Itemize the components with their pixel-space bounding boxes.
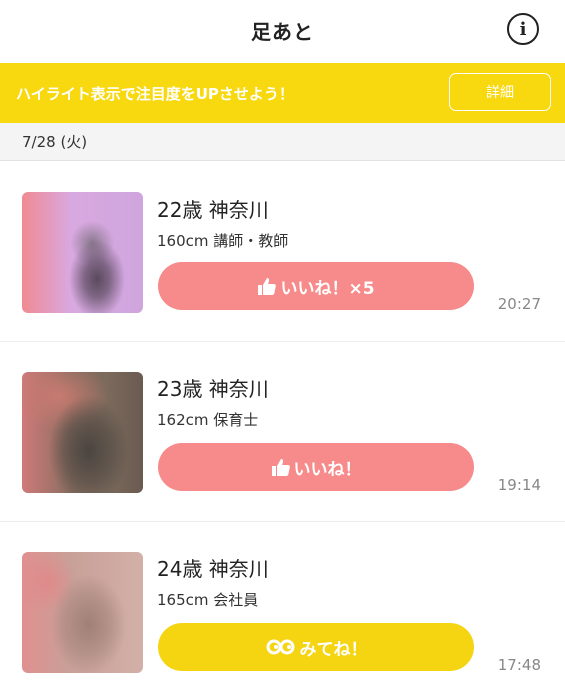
thumbs-up-icon	[257, 277, 277, 295]
timestamp: 19:14	[497, 476, 541, 494]
list-item[interactable]: 22歳 神奈川 160cm 講師・教師 いいね！×5 20:27	[0, 162, 565, 342]
avatar[interactable]	[22, 192, 143, 313]
date-section-header: 7/28 (火)	[0, 123, 565, 161]
user-height-occupation: 165cm 会社員	[157, 591, 259, 609]
date-label: 7/28 (火)	[22, 133, 88, 151]
nav-header: 足あと i	[0, 0, 565, 60]
user-height-occupation: 162cm 保育士	[157, 411, 259, 429]
page-title: 足あと	[251, 19, 314, 44]
avatar[interactable]	[22, 372, 143, 493]
user-age-location: 24歳 神奈川	[157, 557, 269, 581]
details-button[interactable]: 詳細	[449, 73, 551, 111]
user-height-occupation: 160cm 講師・教師	[157, 232, 289, 250]
info-icon[interactable]: i	[507, 13, 539, 45]
timestamp: 17:48	[497, 656, 541, 674]
user-age-location: 23歳 神奈川	[157, 377, 269, 401]
banner-text: ハイライト表示で注目度をUPさせよう！	[16, 84, 294, 103]
like-button-label: いいね！	[293, 459, 362, 480]
like-button[interactable]: いいね！	[158, 443, 474, 491]
look-button[interactable]: みてね！	[158, 623, 474, 671]
list-item[interactable]: 23歳 神奈川 162cm 保育士 いいね！ 19:14	[0, 342, 565, 522]
look-button-label: みてね！	[299, 639, 368, 660]
highlight-banner[interactable]: ハイライト表示で注目度をUPさせよう！ 詳細	[0, 63, 565, 123]
footprints-screen: 足あと i ハイライト表示で注目度をUPさせよう！ 詳細 7/28 (火) 22…	[0, 0, 565, 700]
eyes-icon	[265, 639, 297, 655]
timestamp: 20:27	[497, 295, 541, 313]
list-item[interactable]: 24歳 神奈川 165cm 会社員 みてね！ 17:48	[0, 522, 565, 700]
like-button-label: いいね！×5	[280, 278, 375, 299]
like-button[interactable]: いいね！×5	[158, 262, 474, 310]
avatar[interactable]	[22, 552, 143, 673]
user-age-location: 22歳 神奈川	[157, 198, 269, 222]
thumbs-up-icon	[271, 458, 291, 476]
